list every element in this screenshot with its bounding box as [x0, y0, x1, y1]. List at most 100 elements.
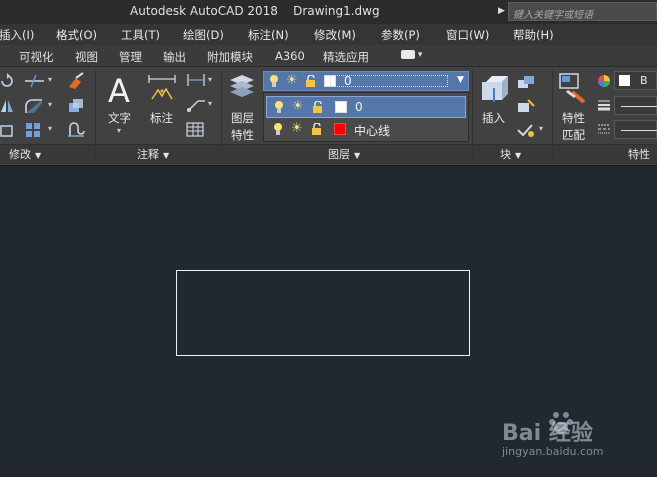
- sun-icon[interactable]: ☀: [286, 73, 298, 88]
- text-dropdown-icon[interactable]: ▾: [117, 126, 121, 135]
- menu-window[interactable]: 窗口(W): [446, 27, 489, 43]
- dimension-button-label[interactable]: 标注: [150, 110, 173, 126]
- linetype-icon[interactable]: [597, 122, 611, 136]
- panel-separator: [95, 70, 96, 163]
- menu-insert[interactable]: 插入(I): [0, 27, 34, 43]
- chevron-right-icon[interactable]: ▶: [498, 6, 505, 16]
- menu-bar: 插入(I) 格式(O) 工具(T) 绘图(D) 标注(N) 修改(M) 参数(P…: [0, 24, 657, 45]
- linetype-preview: [621, 130, 657, 131]
- window-title: Autodesk AutoCAD 2018 Drawing1.dwg: [130, 4, 380, 18]
- search-box[interactable]: [508, 2, 657, 24]
- menu-tools[interactable]: 工具(T): [121, 27, 160, 43]
- lightbulb-icon[interactable]: [274, 100, 284, 114]
- lineweight-dropdown[interactable]: [614, 96, 657, 115]
- layer-row-centerline[interactable]: ☀ 中心线: [266, 119, 466, 141]
- layer-color-swatch: [334, 123, 346, 135]
- menu-format[interactable]: 格式(O): [56, 27, 97, 43]
- layer-name: 0: [355, 100, 363, 114]
- sun-icon[interactable]: ☀: [291, 121, 303, 136]
- trim-icon[interactable]: [24, 74, 46, 88]
- color-dropdown[interactable]: B: [614, 71, 657, 90]
- insert-block-icon[interactable]: [478, 74, 510, 104]
- match-properties-label-line2[interactable]: 匹配: [562, 127, 585, 143]
- menu-parametric[interactable]: 参数(P): [381, 27, 420, 43]
- menu-modify[interactable]: 修改(M): [314, 27, 356, 43]
- mirror-icon[interactable]: [0, 98, 14, 114]
- watermark-brand: Bai 经验: [502, 421, 593, 446]
- panel-title-properties[interactable]: 特性: [628, 146, 650, 163]
- text-button-label[interactable]: 文字: [108, 110, 131, 126]
- tab-view[interactable]: 视图: [75, 49, 98, 65]
- scale-icon[interactable]: [0, 122, 14, 138]
- lineweight-icon[interactable]: [597, 98, 611, 112]
- ribbon-tabs: 可视化 视图 管理 输出 附加模块 A360 精选应用 ▾: [0, 45, 657, 67]
- edit-attributes-icon[interactable]: [516, 122, 536, 138]
- leader-icon[interactable]: [186, 97, 206, 113]
- tab-featured-apps[interactable]: 精选应用: [323, 49, 369, 65]
- insert-button-label[interactable]: 插入: [482, 110, 505, 126]
- lightbulb-icon[interactable]: [269, 74, 279, 88]
- color-swatch-label: B: [640, 74, 648, 87]
- array-icon[interactable]: [24, 122, 44, 138]
- unlock-icon[interactable]: [311, 123, 323, 135]
- linear-dimension-dropdown-icon[interactable]: ▾: [208, 75, 212, 84]
- layer-row-0[interactable]: ☀ 0: [266, 96, 466, 118]
- layer-dropdown[interactable]: ☀ 0 ▼: [263, 71, 469, 91]
- array-3d-icon[interactable]: [66, 97, 86, 115]
- tab-manage[interactable]: 管理: [119, 49, 142, 65]
- unlock-icon[interactable]: [305, 75, 317, 87]
- layer-name: 中心线: [354, 124, 391, 138]
- linetype-dropdown[interactable]: [614, 120, 657, 139]
- panel-title-modify[interactable]: 修改 ▼: [9, 146, 41, 163]
- current-layer-name: 0: [344, 74, 352, 88]
- title-bar: Autodesk AutoCAD 2018 Drawing1.dwg ▶: [0, 0, 657, 24]
- trim-dropdown-icon[interactable]: ▾: [48, 75, 52, 84]
- rotate-icon[interactable]: [0, 73, 14, 89]
- search-input[interactable]: [509, 7, 656, 24]
- panel-title-layers[interactable]: 图层 ▼: [328, 146, 360, 163]
- match-properties-icon[interactable]: [558, 72, 590, 106]
- drawn-rectangle[interactable]: [176, 270, 470, 356]
- panel-title-block[interactable]: 块 ▼: [500, 146, 521, 163]
- array-dropdown-icon[interactable]: ▾: [48, 124, 52, 133]
- menu-help[interactable]: 帮助(H): [513, 27, 554, 43]
- unlock-icon[interactable]: [312, 101, 324, 113]
- panel-separator: [221, 70, 222, 163]
- panel-separator: [472, 70, 473, 163]
- tab-addins[interactable]: 附加模块: [207, 49, 253, 65]
- match-properties-label-line1[interactable]: 特性: [562, 110, 585, 126]
- menu-draw[interactable]: 绘图(D): [183, 27, 224, 43]
- fillet-icon[interactable]: [24, 98, 44, 114]
- chevron-down-icon[interactable]: ▼: [457, 75, 464, 85]
- text-icon[interactable]: A: [106, 72, 136, 106]
- watermark-url: jingyan.baidu.com: [502, 445, 604, 458]
- layer-list: ☀ 0 ☀ 中心线: [263, 92, 469, 142]
- dimension-icon[interactable]: [146, 73, 178, 105]
- edit-block-icon[interactable]: [516, 98, 536, 114]
- svg-text:A: A: [108, 72, 130, 106]
- sun-icon[interactable]: ☀: [292, 99, 304, 114]
- erase-icon[interactable]: [66, 72, 86, 90]
- color-wheel-icon[interactable]: [597, 74, 611, 88]
- lineweight-preview: [621, 106, 657, 107]
- menu-dimension[interactable]: 标注(N): [248, 27, 289, 43]
- layer-color-swatch: [335, 101, 347, 113]
- lightbulb-icon[interactable]: [273, 122, 283, 136]
- tab-visualize[interactable]: 可视化: [19, 49, 54, 65]
- tab-output[interactable]: 输出: [163, 49, 186, 65]
- create-block-icon[interactable]: [516, 74, 536, 90]
- panel-title-annotation[interactable]: 注释 ▼: [137, 146, 169, 163]
- join-icon[interactable]: [66, 121, 86, 139]
- layer-properties-label-line2[interactable]: 特性: [231, 127, 254, 143]
- color-swatch: [619, 75, 630, 86]
- linear-dimension-icon[interactable]: [186, 73, 206, 87]
- tab-a360[interactable]: A360: [275, 49, 305, 63]
- fillet-dropdown-icon[interactable]: ▾: [48, 100, 52, 109]
- leader-dropdown-icon[interactable]: ▾: [208, 99, 212, 108]
- layer-properties-icon[interactable]: [228, 72, 256, 106]
- edit-attributes-dropdown-icon[interactable]: ▾: [539, 124, 543, 133]
- tab-options-dropdown[interactable]: ▾: [401, 50, 427, 62]
- layer-properties-label-line1[interactable]: 图层: [231, 110, 254, 126]
- table-icon[interactable]: [186, 122, 204, 137]
- panel-separator: [552, 70, 553, 163]
